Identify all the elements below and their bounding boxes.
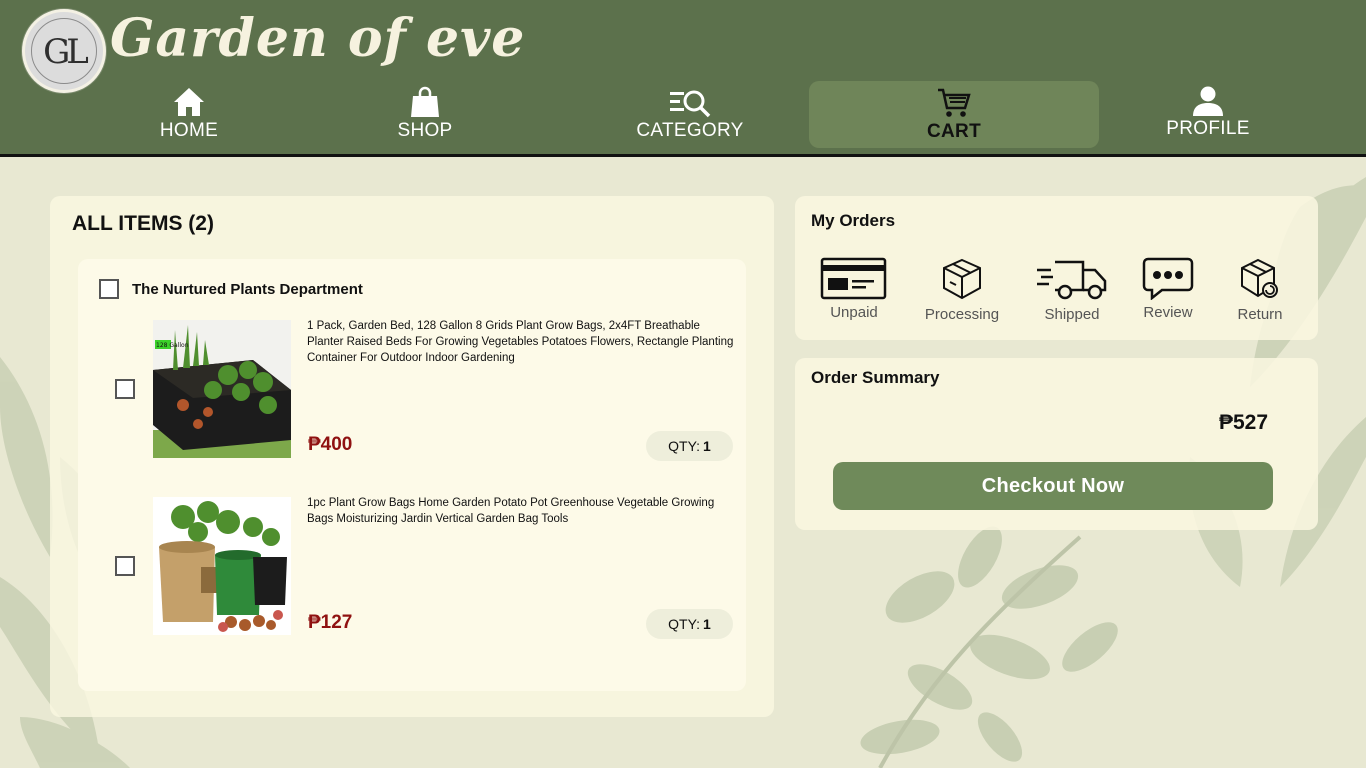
nav-category-label: CATEGORY xyxy=(636,120,744,141)
product-2-price: ₱127 xyxy=(308,612,353,633)
nav-profile-label: PROFILE xyxy=(1166,118,1250,139)
order-status-return[interactable]: Return xyxy=(1227,256,1293,323)
store-group-card: The Nurtured Plants Department 128 Gallo… xyxy=(78,259,746,691)
nav-category[interactable]: CATEGORY xyxy=(630,86,750,148)
unpaid-label: Unpaid xyxy=(830,304,878,321)
logo-monogram: GL xyxy=(43,32,89,72)
nav-home-label: HOME xyxy=(159,120,219,141)
my-orders-panel: My Orders Unpaid Processing Shipped Revi… xyxy=(795,196,1318,340)
product-1-price: ₱400 xyxy=(308,434,353,455)
qty-value: 1 xyxy=(703,616,711,632)
product-2-quantity[interactable]: QTY: 1 xyxy=(646,609,733,639)
product-1-quantity[interactable]: QTY: 1 xyxy=(646,431,733,461)
brand-name: Garden of eve xyxy=(110,8,526,69)
cart-icon xyxy=(938,88,971,117)
review-label: Review xyxy=(1143,304,1193,321)
package-icon xyxy=(943,258,981,300)
shipped-label: Shipped xyxy=(1044,306,1100,323)
product-1-checkbox[interactable] xyxy=(115,379,135,399)
qty-label: QTY: xyxy=(668,438,701,454)
cart-title: ALL ITEMS (2) xyxy=(72,212,214,235)
cart-items-panel: ALL ITEMS (2) The Nurtured Plants Depart… xyxy=(50,196,774,717)
order-total: ₱527 xyxy=(1218,411,1268,434)
nav-shop-label: SHOP xyxy=(397,120,453,141)
order-status-review[interactable]: Review xyxy=(1140,256,1196,321)
top-navigation-bar: GL Garden of eve HOME SHOP CATEGORY CART… xyxy=(0,0,1366,157)
home-icon xyxy=(174,88,204,116)
order-status-shipped[interactable]: Shipped xyxy=(1035,256,1109,323)
product-1-image-badge: 128 Gallon xyxy=(156,342,189,349)
nav-cart-label: CART xyxy=(927,121,981,142)
store-select-checkbox[interactable] xyxy=(99,279,119,299)
shopping-bag-icon xyxy=(411,86,439,117)
nav-home[interactable]: HOME xyxy=(144,86,234,148)
credit-card-icon xyxy=(820,257,887,300)
user-icon xyxy=(1193,86,1223,116)
delivery-truck-icon xyxy=(1037,260,1107,300)
order-summary-title: Order Summary xyxy=(811,368,940,387)
product-2-image[interactable] xyxy=(153,497,291,635)
chat-bubble-icon xyxy=(1142,257,1194,300)
my-orders-title: My Orders xyxy=(811,211,896,230)
checkout-button[interactable]: Checkout Now xyxy=(833,462,1273,510)
brand-logo[interactable]: GL xyxy=(22,9,106,93)
order-summary-panel: Order Summary ₱527 Checkout Now xyxy=(795,358,1318,530)
return-package-icon xyxy=(1241,258,1278,298)
product-2-description[interactable]: 1pc Plant Grow Bags Home Garden Potato P… xyxy=(307,495,737,527)
category-search-icon xyxy=(670,90,711,118)
order-status-unpaid[interactable]: Unpaid xyxy=(820,256,888,321)
qty-label: QTY: xyxy=(668,616,701,632)
nav-shop[interactable]: SHOP xyxy=(380,86,470,148)
product-1-description[interactable]: 1 Pack, Garden Bed, 128 Gallon 8 Grids P… xyxy=(307,318,737,366)
nav-profile[interactable]: PROFILE xyxy=(1158,86,1258,148)
nav-cart[interactable]: CART xyxy=(809,81,1099,148)
return-label: Return xyxy=(1237,306,1283,323)
order-status-processing[interactable]: Processing xyxy=(917,256,1007,323)
product-2-checkbox[interactable] xyxy=(115,556,135,576)
processing-label: Processing xyxy=(924,306,1000,323)
product-1-image[interactable]: 128 Gallon xyxy=(153,320,291,458)
store-name: The Nurtured Plants Department xyxy=(132,281,363,298)
qty-value: 1 xyxy=(703,438,711,454)
